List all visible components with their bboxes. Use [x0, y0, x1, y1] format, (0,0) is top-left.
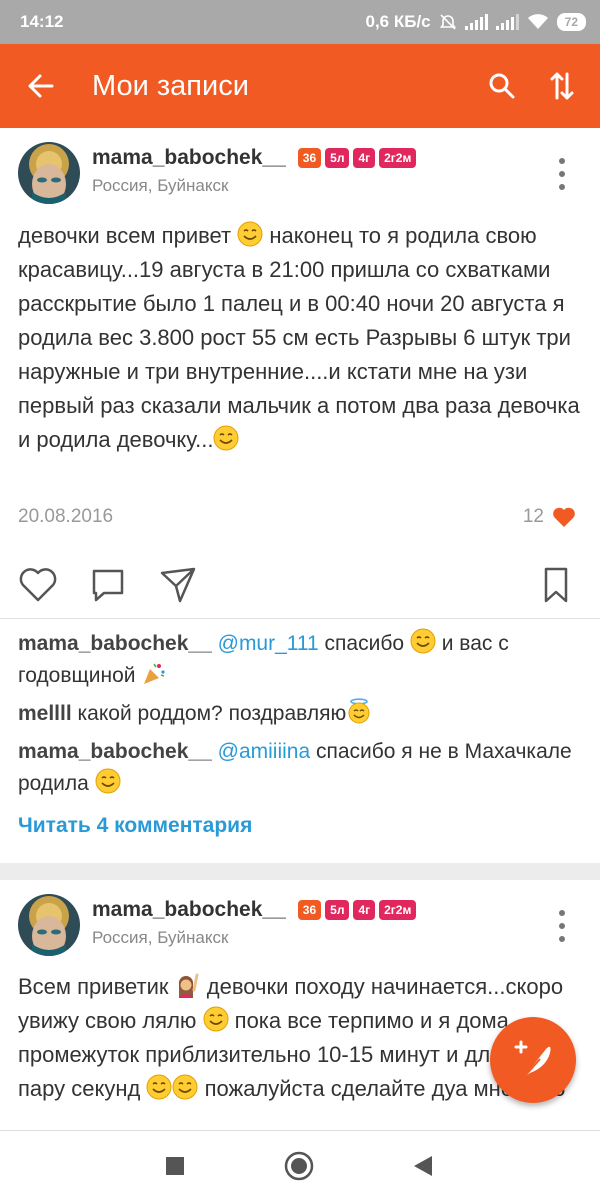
status-time: 14:12 — [20, 12, 64, 31]
search-icon — [489, 73, 515, 99]
badge-child-2: 4г — [353, 148, 376, 168]
sort-button[interactable] — [532, 44, 592, 128]
page-title: Мои записи — [92, 69, 249, 102]
smile-emoji-icon — [172, 1074, 198, 1100]
woman-raising-hand-emoji-icon — [178, 973, 199, 998]
comment-mention[interactable]: @amiiiina — [218, 740, 311, 763]
share-icon[interactable] — [158, 565, 198, 605]
comments-list: mama_babochek__ @mur_111 спасибо и вас с… — [18, 628, 584, 806]
avatar[interactable] — [18, 894, 80, 956]
new-post-fab[interactable] — [490, 1017, 576, 1103]
triangle-back-icon — [414, 1156, 432, 1176]
feather-plus-icon — [514, 1040, 551, 1078]
smile-emoji-icon — [203, 1006, 229, 1032]
read-comments-link[interactable]: Читать 4 комментария — [18, 814, 252, 838]
comment[interactable]: mellll какой роддом? поздравляю — [18, 698, 584, 730]
likes-count: 12 — [522, 506, 544, 527]
comment-mention[interactable]: @mur_111 — [218, 632, 319, 655]
alarm-off-icon — [439, 14, 456, 30]
party-popper-emoji-icon — [144, 663, 165, 684]
author-location: Россия, Буйнакск — [92, 928, 229, 947]
badge-age: 36 — [297, 900, 322, 920]
more-options-button[interactable] — [550, 158, 574, 190]
status-bar: 14:12 0,6 КБ/с 72 — [0, 0, 600, 44]
post-text[interactable]: девочки всем привет наконец то я родила … — [18, 219, 584, 457]
back-nav-button[interactable] — [408, 1151, 438, 1181]
post-card: mama_babochek__ 36 5л 4г 2г2м Россия, Бу… — [0, 128, 600, 863]
comment-author[interactable]: mellll — [18, 702, 72, 725]
smile-emoji-icon — [146, 1074, 172, 1100]
badge-child-1: 5л — [325, 900, 350, 920]
angel-emoji-icon — [348, 698, 370, 724]
post-author[interactable]: mama_babochek__ 36 5л 4г 2г2м Россия, Бу… — [18, 894, 417, 956]
heart-filled-icon — [553, 507, 575, 527]
app-bar: Мои записи — [0, 44, 600, 128]
likes-counter[interactable]: 12 — [523, 506, 576, 528]
comment-icon[interactable] — [88, 565, 128, 605]
home-button[interactable] — [284, 1151, 314, 1181]
divider — [0, 618, 600, 619]
post-date: 20.08.2016 — [18, 506, 114, 527]
badge-child-1: 5л — [325, 148, 350, 168]
home-circle-icon — [284, 1151, 314, 1181]
comment-author[interactable]: mama_babochek__ — [18, 740, 212, 763]
sort-arrows-icon — [550, 72, 574, 100]
smile-emoji-icon — [410, 628, 436, 654]
author-name[interactable]: mama_babochek__ — [92, 146, 286, 170]
arrow-left-icon — [28, 74, 54, 98]
smile-emoji-icon — [237, 221, 263, 247]
net-speed: 0,6 КБ/с — [365, 12, 431, 31]
post-actions — [18, 565, 576, 605]
signal-icon — [464, 14, 488, 30]
signal-icon-2 — [495, 14, 519, 30]
wifi-icon — [527, 14, 548, 29]
square-icon — [166, 1157, 184, 1175]
badge-age: 36 — [297, 148, 322, 168]
smile-emoji-icon — [95, 768, 121, 794]
badge-child-2: 4г — [353, 900, 376, 920]
author-location: Россия, Буйнакск — [92, 176, 229, 195]
back-button[interactable] — [0, 44, 80, 128]
comment[interactable]: mama_babochek__ @amiiiina спасибо я не в… — [18, 736, 584, 800]
badge-child-3: 2г2м — [379, 148, 417, 168]
smile-emoji-icon — [213, 425, 239, 451]
post-author[interactable]: mama_babochek__ 36 5л 4г 2г2м Россия, Бу… — [18, 142, 417, 204]
bookmark-icon[interactable] — [536, 565, 576, 605]
comment-author[interactable]: mama_babochek__ — [18, 632, 212, 655]
more-options-button[interactable] — [550, 910, 574, 942]
avatar[interactable] — [18, 142, 80, 204]
badge-child-3: 2г2м — [379, 900, 417, 920]
like-heart-icon[interactable] — [18, 565, 58, 605]
search-button[interactable] — [472, 44, 532, 128]
recents-button[interactable] — [160, 1151, 190, 1181]
comment[interactable]: mama_babochek__ @mur_111 спасибо и вас с… — [18, 628, 584, 692]
author-name[interactable]: mama_babochek__ — [92, 898, 286, 922]
system-nav-bar — [0, 1130, 600, 1199]
battery-indicator: 72 — [556, 13, 586, 31]
